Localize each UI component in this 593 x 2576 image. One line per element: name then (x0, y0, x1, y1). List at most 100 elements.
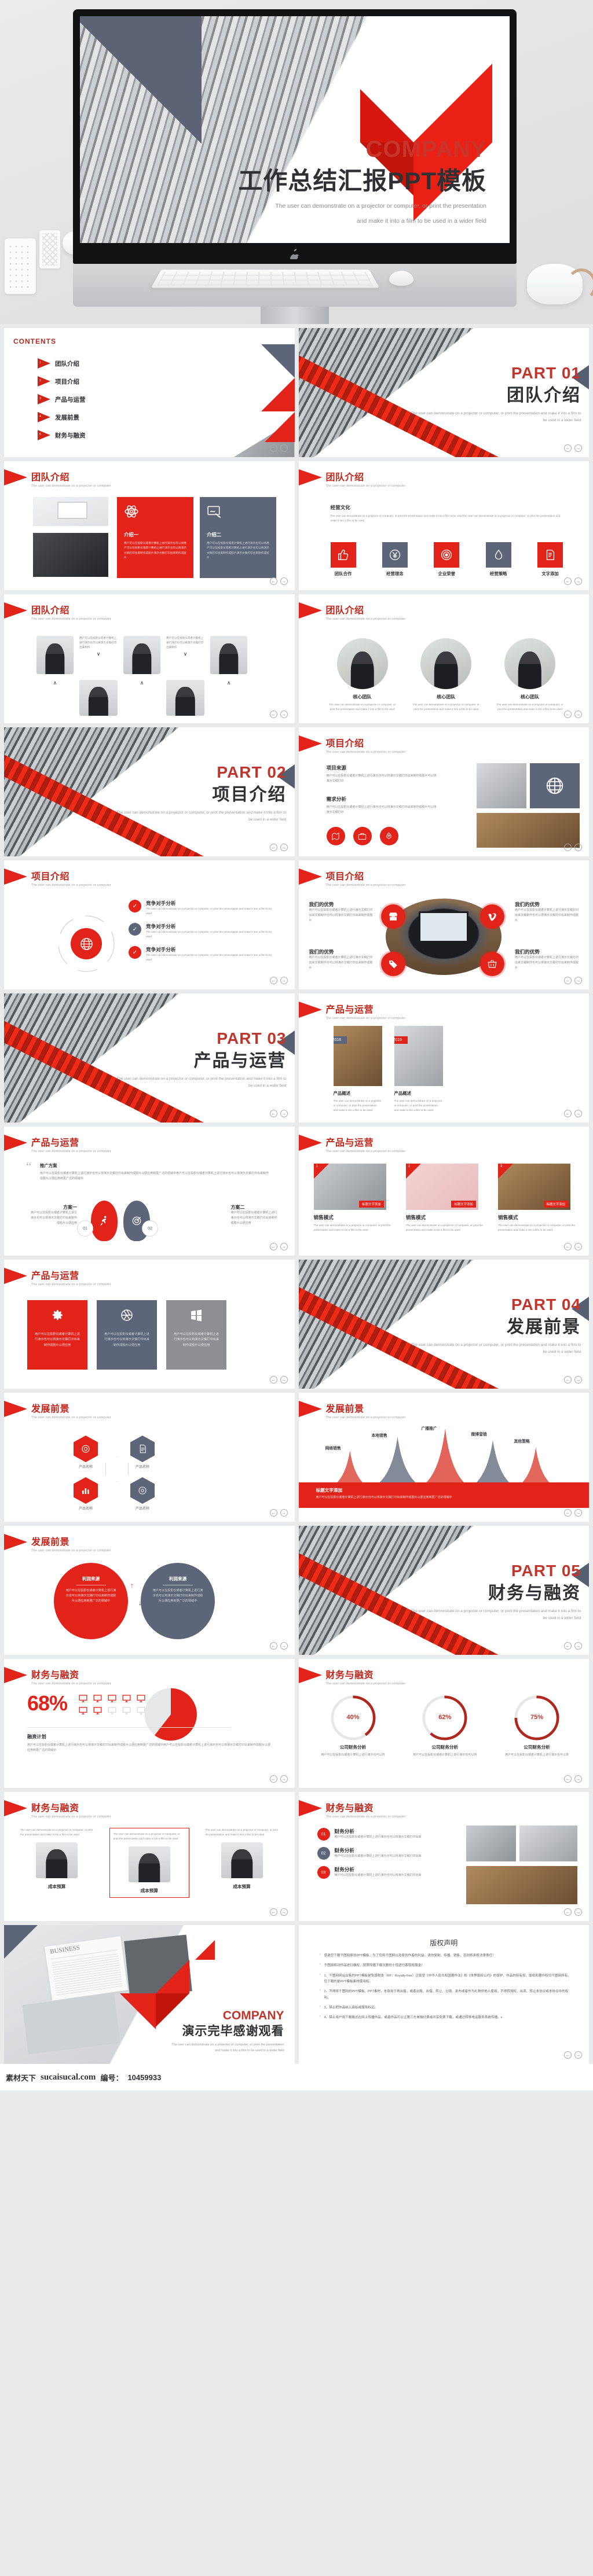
prev-arrow-icon[interactable]: ← (269, 1243, 277, 1250)
prev-arrow-icon[interactable]: ← (564, 1243, 572, 1250)
slide-copyright[interactable]: 版权声明 › 感谢您下载千图网原创PPT模板，为了您和千图网以及原创作者的利益，… (298, 1925, 589, 2064)
next-arrow-icon[interactable]: → (280, 711, 288, 718)
next-arrow-icon[interactable]: → (574, 577, 582, 585)
prev-arrow-icon[interactable]: ← (564, 444, 572, 452)
prev-arrow-icon[interactable]: ← (269, 1642, 277, 1650)
ring-item[interactable]: 62% 公司财务分析 用户可以在投影仪或者计算机上进行演示也可以将 (407, 1694, 483, 1758)
slide-nav[interactable]: ← → (564, 1775, 582, 1783)
slide-nav[interactable]: ← → (269, 1642, 288, 1650)
slide-nav[interactable]: ← → (564, 1509, 582, 1517)
team-card-2[interactable]: 介绍二 用户可以在投影仪或者计算机上进行演示也可以将用户可以在投影仪或者计算机上… (200, 497, 276, 578)
product-card[interactable]: 用户可以在投影仪或者计算机上进行演示也可以将演示文稿打印出来制作成胶片以便应用 (97, 1300, 157, 1370)
product-card[interactable]: 2019 产品概述 The user can demonstrate on a … (394, 1026, 443, 1113)
prev-arrow-icon[interactable]: ← (564, 977, 572, 984)
slide-team-photos[interactable]: 团队介绍 The user can demonstrate on a proje… (4, 594, 295, 723)
contents-item[interactable]: 4 发展前景 (38, 412, 86, 422)
product-card[interactable]: 用户可以在投影仪或者计算机上进行演示也可以将演示文稿打印出来制作成胶片以便应用 (166, 1300, 226, 1370)
advantage-item[interactable]: 我们的优势 用户可以在投影仪或者计算机上进行演示文稿打印出来文稿制作也可以将演示… (515, 901, 579, 923)
ring-item[interactable]: 75% 公司财务分析 用户可以在投影仪或者计算机上进行演示也可以将 (499, 1694, 575, 1758)
contents-item[interactable]: 1 团队介绍 (38, 358, 86, 369)
contents-item[interactable]: 5 财务与融资 (38, 430, 86, 440)
slide-project-advantages[interactable]: 项目介绍 The user can demonstrate on a proje… (298, 860, 589, 989)
slide-nav[interactable]: ← → (269, 1376, 288, 1383)
next-arrow-icon[interactable]: → (574, 1110, 582, 1117)
ring-item[interactable]: 40% 公司财务分析 用户可以在投影仪或者计算机上进行演示也可以将 (315, 1694, 391, 1758)
slide-nav[interactable]: ← → (564, 2051, 582, 2059)
culture-item[interactable]: 经营策略 (485, 542, 511, 577)
prev-arrow-icon[interactable]: ← (564, 1908, 572, 1916)
advantage-item[interactable]: 我们的优势 用户可以在投影仪或者计算机上进行演示文稿打印出来文稿制作也可以将演示… (309, 901, 373, 923)
slide-nav[interactable]: ← → (564, 444, 582, 452)
slide-project-competitors[interactable]: 项目介绍 The user can demonstrate on a proje… (4, 860, 295, 989)
slide-section-part-01[interactable]: PART 01 团队介绍 The user can demonstrate on… (298, 328, 589, 457)
contents-item[interactable]: 2 项目介绍 (38, 376, 86, 387)
next-arrow-icon[interactable]: → (574, 1908, 582, 1916)
next-arrow-icon[interactable]: → (280, 1110, 288, 1117)
next-arrow-icon[interactable]: → (574, 2051, 582, 2059)
next-arrow-icon[interactable]: → (280, 1642, 288, 1650)
prev-arrow-icon[interactable]: ← (269, 1775, 277, 1783)
next-arrow-icon[interactable]: → (280, 844, 288, 851)
contents-item[interactable]: 3 产品与运营 (38, 394, 86, 404)
slide-nav[interactable]: ← → (564, 711, 582, 718)
team-card-1[interactable]: 介绍一 用户可以在投影仪或者计算机上进行演示也可以将用户可以在投影仪或者计算机上… (117, 497, 193, 578)
core-member[interactable]: 核心团队 The user can demonstrate on a proje… (328, 638, 397, 712)
advantage-item[interactable]: 我们的优势 用户可以在投影仪或者计算机上进行演示文稿打印出来文稿制作也可以将演示… (309, 948, 373, 970)
profit-right-bubble[interactable]: 利润来源 用户可以在投影仪或者计算机上进行演示也可以将演示文稿打印出来制作成胶片… (141, 1563, 215, 1639)
slide-finance-plan[interactable]: 财务与融资 The user can demonstrate on a proj… (4, 1659, 295, 1788)
slide-nav[interactable]: ← → (269, 1908, 288, 1916)
next-arrow-icon[interactable]: → (574, 1376, 582, 1383)
hex-node[interactable]: 产品名称 (74, 1436, 98, 1469)
slide-nav[interactable]: ← → (269, 844, 288, 851)
slide-product-sales[interactable]: 产品与运营 The user can demonstrate on a proj… (298, 1127, 589, 1256)
slide-dev-profit[interactable]: 发展前景 The user can demonstrate on a proje… (4, 1526, 295, 1655)
prev-arrow-icon[interactable]: ← (564, 2051, 572, 2059)
slide-project-source[interactable]: 项目介绍 The user can demonstrate on a proje… (298, 727, 589, 856)
sales-card[interactable]: 3 标题文字添加 销售模式 The user can demonstrate o… (498, 1164, 576, 1232)
slide-nav[interactable]: ← → (564, 844, 582, 851)
slide-team-core[interactable]: 团队介绍 The user can demonstrate on a proje… (298, 594, 589, 723)
slide-section-part-04[interactable]: PART 04 发展前景 The user can demonstrate on… (298, 1260, 589, 1389)
finance-item[interactable]: 01 财务分析 用户可以在投影仪或者计算机上进行演示也可以将演示文稿打印出来 (317, 1828, 439, 1841)
slide-nav[interactable]: ← → (564, 1376, 582, 1383)
competitor-row[interactable]: ✓ 竞争对手分析 The user can demonstrate on a p… (129, 900, 277, 916)
next-arrow-icon[interactable]: → (280, 1908, 288, 1916)
core-member[interactable]: 核心团队 The user can demonstrate on a proje… (411, 638, 481, 712)
slide-nav[interactable]: ← → (564, 1110, 582, 1117)
slide-section-part-05[interactable]: PART 05 财务与融资 The user can demonstrate o… (298, 1526, 589, 1655)
slide-product-promotion[interactable]: 产品与运营 The user can demonstrate on a proj… (4, 1127, 295, 1256)
slide-nav[interactable]: ← → (564, 1642, 582, 1650)
slide-dev-hex[interactable]: 发展前景 The user can demonstrate on a proje… (4, 1393, 295, 1522)
slide-finance-photos[interactable]: 财务与融资 The user can demonstrate on a proj… (298, 1792, 589, 1921)
slide-team-culture[interactable]: 团队介绍 The user can demonstrate on a proje… (298, 461, 589, 590)
prev-arrow-icon[interactable]: ← (269, 844, 277, 851)
slide-nav[interactable]: ← → (564, 577, 582, 585)
next-arrow-icon[interactable]: → (280, 1509, 288, 1517)
prev-arrow-icon[interactable]: ← (269, 444, 277, 452)
prev-arrow-icon[interactable]: ← (269, 1376, 277, 1383)
prev-arrow-icon[interactable]: ← (269, 1509, 277, 1517)
hex-node[interactable]: 产品名称 (74, 1477, 98, 1511)
prev-arrow-icon[interactable]: ← (564, 711, 572, 718)
next-arrow-icon[interactable]: → (574, 844, 582, 851)
next-arrow-icon[interactable]: → (574, 1509, 582, 1517)
prev-arrow-icon[interactable]: ← (269, 1908, 277, 1916)
slide-nav[interactable]: ← → (269, 1110, 288, 1117)
next-arrow-icon[interactable]: → (280, 1243, 288, 1250)
hex-node[interactable]: 产品名称 (130, 1477, 155, 1511)
prev-arrow-icon[interactable]: ← (269, 711, 277, 718)
budget-card-active[interactable]: The user can demonstrate on a projector … (109, 1828, 189, 1898)
competitor-row[interactable]: ✓ 竞争对手分析 The user can demonstrate on a p… (129, 946, 277, 962)
slide-thanks[interactable]: BUSINESS COMPANY 演示完毕感谢观看 The user can d… (4, 1925, 295, 2064)
prev-arrow-icon[interactable]: ← (564, 1110, 572, 1117)
prev-arrow-icon[interactable]: ← (269, 977, 277, 984)
next-arrow-icon[interactable]: → (574, 711, 582, 718)
culture-item[interactable]: 文字添加 (537, 542, 563, 577)
core-member[interactable]: 核心团队 The user can demonstrate on a proje… (495, 638, 565, 712)
next-arrow-icon[interactable]: → (280, 444, 288, 452)
slide-nav[interactable]: ← → (269, 711, 288, 718)
slide-dev-chart[interactable]: 发展前景 The user can demonstrate on a proje… (298, 1393, 589, 1522)
next-arrow-icon[interactable]: → (574, 977, 582, 984)
finance-item[interactable]: 02 财务分析 用户可以在投影仪或者计算机上进行演示也可以将演示文稿打印出来 (317, 1847, 439, 1860)
plan-item-1[interactable]: 方案一 用户可以在投影仪或者计算机上进行演示也可以将演示文稿打印出来制作成胶片以… (28, 1204, 77, 1226)
